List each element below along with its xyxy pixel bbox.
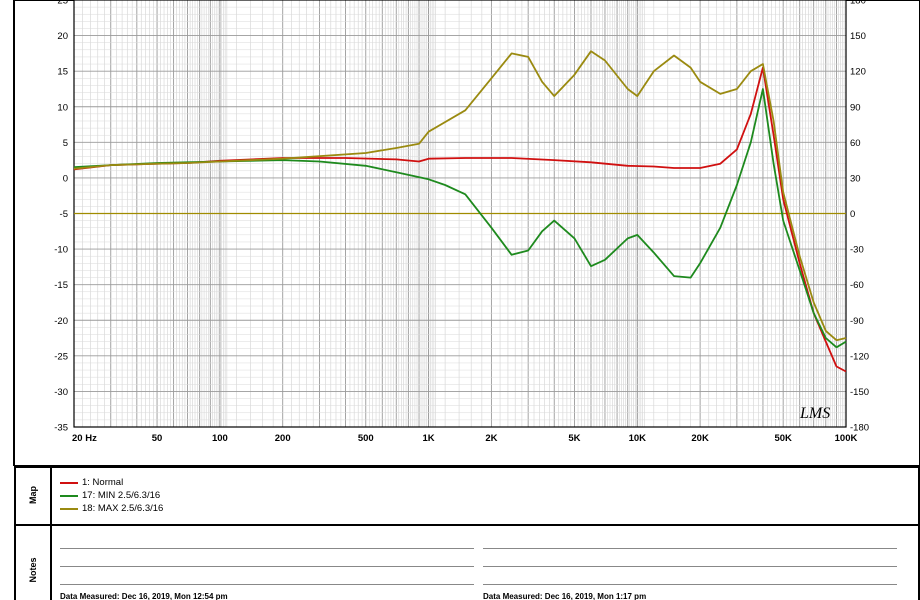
lms-watermark: LMS (799, 405, 830, 422)
y-right-tick-label: 120 (850, 67, 866, 78)
x-tick-label: 10K (629, 433, 647, 444)
x-tick-label: 1K (423, 433, 435, 444)
x-tick-label: 20 Hz (72, 433, 97, 444)
y-left-tick-label: 25 (57, 0, 68, 7)
legend-entry: 17: MIN 2.5/6.3/16 (82, 490, 161, 501)
x-tick-label: 5K (568, 433, 580, 444)
x-tick-label: 50K (774, 433, 792, 444)
legend-entry: 18: MAX 2.5/6.3/16 (82, 503, 164, 514)
y-right-tick-label: 30 (850, 173, 861, 184)
x-tick-label: 20K (691, 433, 709, 444)
note-line-left-2 (60, 566, 474, 567)
y-left-tick-label: -35 (54, 423, 68, 434)
y-left-tick-label: 0 (63, 173, 68, 184)
note-line-left-1 (60, 548, 474, 549)
y-left-tick-label: -5 (60, 209, 68, 220)
notes-panel (50, 524, 920, 600)
y-right-tick-label: -180 (850, 423, 869, 434)
y-right-tick-label: 90 (850, 102, 861, 113)
y-right-tick-label: 150 (850, 31, 866, 42)
y-left-tick-label: -30 (54, 387, 68, 398)
y-right-tick-label: -60 (850, 280, 864, 291)
y-left-tick-label: 5 (63, 138, 68, 149)
x-tick-label: 2K (485, 433, 497, 444)
note-line-left-3 (60, 584, 474, 585)
legend-entry: 1: Normal (82, 477, 124, 488)
y-right-tick-label: -30 (850, 245, 864, 256)
legend-swatch (60, 495, 78, 497)
frequency-response-chart: 2520151050-5-10-15-20-25-30-351801501209… (13, 0, 920, 466)
y-left-tick-label: -10 (54, 245, 68, 256)
y-right-tick-label: -90 (850, 316, 864, 327)
y-left-tick-label: -20 (54, 316, 68, 327)
y-right-tick-label: -150 (850, 387, 869, 398)
y-left-tick-label: -25 (54, 351, 68, 362)
y-left-tick-label: -15 (54, 280, 68, 291)
note-line-right-3 (483, 584, 897, 585)
x-tick-label: 100 (212, 433, 228, 444)
x-tick-label: 100K (835, 433, 858, 444)
note-line-right-2 (483, 566, 897, 567)
lms-plot-page: 25 20 15 10 5 0 -5 -10 -15 -20 -25 -30 -35 180 150 120 9… (0, 0, 920, 600)
y-right-tick-label: -120 (850, 351, 869, 362)
y-right-tick-label: 60 (850, 138, 861, 149)
right-measured-date: Data Measured: Dec 16, 2019, Mon 1:17 pm (483, 592, 647, 600)
legend-panel (50, 466, 920, 526)
y-left-tick-label: 10 (57, 102, 68, 113)
x-tick-label: 50 (152, 433, 163, 444)
y-right-tick-label: 180 (850, 0, 866, 7)
y-right-tick-label: 0 (850, 209, 855, 220)
y-left-tick-label: 20 (57, 31, 68, 42)
notes-label: Notes (28, 557, 38, 583)
x-tick-label: 500 (358, 433, 374, 444)
legend-swatch (60, 482, 78, 484)
note-line-right-1 (483, 548, 897, 549)
legend-swatch (60, 508, 78, 510)
map-label: Map (28, 486, 38, 504)
y-left-tick-label: 15 (57, 67, 68, 78)
x-tick-label: 200 (275, 433, 291, 444)
left-measured-date: Data Measured: Dec 16, 2019, Mon 12:54 p… (60, 592, 228, 600)
